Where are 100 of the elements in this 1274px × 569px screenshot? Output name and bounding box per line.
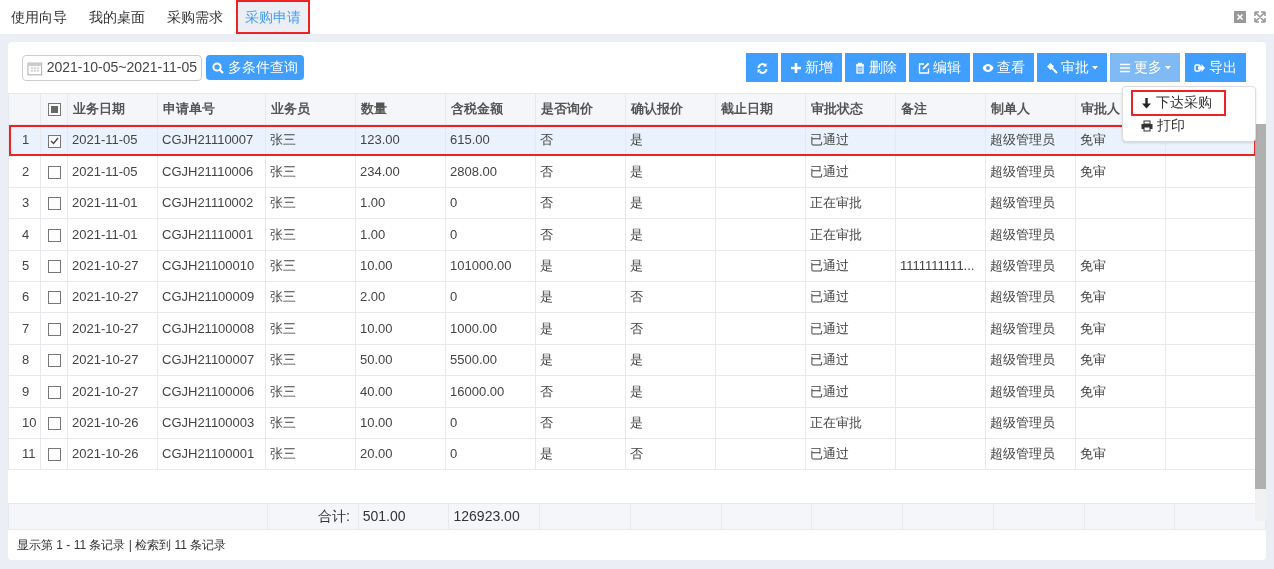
table-cell: 否: [540, 226, 553, 242]
row-checkbox[interactable]: [47, 385, 61, 399]
tab[interactable]: 我的桌面: [80, 0, 154, 34]
column-header[interactable]: 备注: [901, 101, 927, 117]
plus-icon: [790, 61, 802, 74]
row-checkbox[interactable]: [47, 197, 61, 211]
close-icon[interactable]: [1234, 11, 1246, 23]
table-cell: 10.00: [360, 414, 393, 430]
row-checkbox[interactable]: [47, 134, 61, 148]
search-icon: [212, 61, 224, 74]
table-cell: 是: [630, 383, 643, 399]
table-row[interactable]: 8 2021-10-27 CGJH21100007 张三 50.00 5500.00 是 是 已通过 超级管理员 免审: [8, 344, 1256, 376]
row-number: 11: [22, 446, 36, 462]
arrow-down-icon: [1141, 96, 1152, 109]
table-row[interactable]: 10 2021-10-26 CGJH21100003 张三 10.00 0 否 是 正在审批 超级管理员: [8, 407, 1256, 439]
table-cell: 张三: [270, 289, 296, 305]
total-label: 合计:: [317, 508, 350, 524]
table-cell: 张三: [270, 258, 296, 273]
table-row[interactable]: 6 2021-10-27 CGJH21100009 张三 2.00 0 是 否 已通过 超级管理员 免审: [8, 281, 1256, 313]
row-checkbox[interactable]: [47, 165, 61, 179]
refresh-button[interactable]: [746, 53, 778, 82]
table-cell: 2021-11-05: [72, 163, 138, 179]
table-cell: 已通过: [810, 289, 849, 305]
table-cell: 正在审批: [810, 414, 862, 430]
table-cell: CGJH21100008: [162, 320, 255, 336]
table-cell: 是: [540, 258, 553, 273]
row-number: 7: [22, 320, 30, 336]
table-cell: 正在审批: [810, 226, 862, 242]
total-value: 126923.00: [453, 508, 520, 524]
table-row[interactable]: 11 2021-10-26 CGJH21100001 张三 20.00 0 是 否 已通过 超级管理员 免审: [8, 438, 1256, 470]
tab[interactable]: 采购需求: [158, 0, 232, 34]
table-cell: 否: [630, 289, 643, 305]
table-row[interactable]: 5 2021-10-27 CGJH21100010 张三 10.00 101000.00 是 是 已通过 1111111111... 超级管理员 免审: [8, 250, 1256, 282]
menu-icon: [1119, 61, 1131, 74]
fullscreen-icon[interactable]: [1254, 11, 1266, 23]
table-cell: 0: [450, 446, 458, 462]
table-row[interactable]: 7 2021-10-27 CGJH21100008 张三 10.00 1000.00 是 否 已通过 超级管理员 免审: [8, 312, 1256, 345]
date-range-field[interactable]: 2021-10-05~2021-11-05: [22, 54, 202, 81]
table-cell: 张三: [270, 132, 296, 148]
table-cell: 是: [540, 320, 553, 336]
table-cell: 234.00: [360, 163, 400, 179]
row-checkbox[interactable]: [47, 260, 61, 274]
row-checkbox[interactable]: [47, 448, 61, 462]
table-cell: 已通过: [810, 320, 849, 336]
table-row[interactable]: 2 2021-11-05 CGJH21110006 张三 234.00 2808.00 否 是 已通过 超级管理员 免审: [8, 155, 1256, 188]
row-number: 10: [22, 414, 37, 430]
table-cell: 超级管理员: [990, 226, 1055, 242]
table-cell: 免审: [1080, 352, 1106, 368]
table-cell: 2021-11-01: [72, 195, 138, 211]
table-cell: CGJH21110006: [162, 163, 254, 179]
table-row[interactable]: 9 2021-10-27 CGJH21100006 张三 40.00 16000.00 否 是 已通过 超级管理员 免审: [8, 375, 1256, 407]
table-cell: 10.00: [360, 320, 393, 336]
table-cell: 超级管理员: [990, 383, 1055, 399]
table-cell: 是: [540, 352, 553, 368]
table-cell: 40.00: [360, 383, 393, 399]
table-cell: 张三: [270, 414, 296, 430]
table-cell: 2.00: [360, 289, 386, 305]
table-cell: 已通过: [810, 446, 849, 462]
row-checkbox[interactable]: [47, 354, 61, 368]
table-cell: 1000.00: [450, 320, 497, 336]
select-all-checkbox[interactable]: [47, 103, 61, 117]
row-checkbox[interactable]: [47, 228, 61, 242]
tab[interactable]: 使用向导: [2, 0, 76, 34]
gavel-icon: [1046, 61, 1058, 74]
row-number: 2: [22, 163, 30, 179]
table-cell: 张三: [270, 352, 296, 368]
table-cell: 张三: [270, 383, 296, 399]
table-cell: 否: [540, 163, 553, 179]
table-cell: 否: [630, 320, 643, 336]
table-cell: 50.00: [360, 352, 393, 368]
table-cell: 2021-10-27: [72, 383, 139, 399]
table-cell: 2021-10-26: [72, 414, 139, 430]
table-cell: 是: [630, 163, 643, 179]
table-cell: 否: [540, 414, 553, 430]
calendar-icon: [27, 59, 43, 76]
table-cell: 2021-10-26: [72, 446, 139, 462]
table-cell: CGJH21100009: [162, 289, 255, 305]
row-checkbox[interactable]: [47, 291, 61, 305]
table-cell: CGJH21110002: [162, 195, 254, 211]
table-cell: 免审: [1080, 163, 1106, 179]
table-cell: 2021-10-27: [72, 352, 139, 368]
table-cell: 免审: [1080, 320, 1106, 336]
table-row[interactable]: 3 2021-11-01 CGJH21110002 张三 1.00 0 否 是 正在审批 超级管理员: [8, 187, 1256, 219]
row-checkbox[interactable]: [47, 322, 61, 336]
column-header[interactable]: 数量: [361, 101, 387, 117]
table-row[interactable]: 4 2021-11-01 CGJH21110001 张三 1.00 0 否 是 正在审批 超级管理员: [8, 218, 1256, 251]
table-cell: 超级管理员: [990, 352, 1055, 368]
table-cell: 否: [630, 446, 643, 462]
table-cell: 免审: [1080, 446, 1106, 462]
table-cell: 2021-10-27: [72, 258, 139, 273]
row-checkbox[interactable]: [47, 417, 61, 430]
table-cell: 张三: [270, 446, 296, 462]
menu-item[interactable]: 下达采购: [1133, 91, 1224, 114]
row-number: 1: [22, 132, 30, 148]
table-cell: 是: [630, 226, 643, 242]
table-cell: 1111111111...: [900, 258, 975, 273]
row-number: 6: [22, 289, 30, 305]
scrollbar[interactable]: [1255, 124, 1266, 521]
total-value: 501.00: [362, 508, 406, 524]
caret-icon: [1165, 65, 1171, 70]
